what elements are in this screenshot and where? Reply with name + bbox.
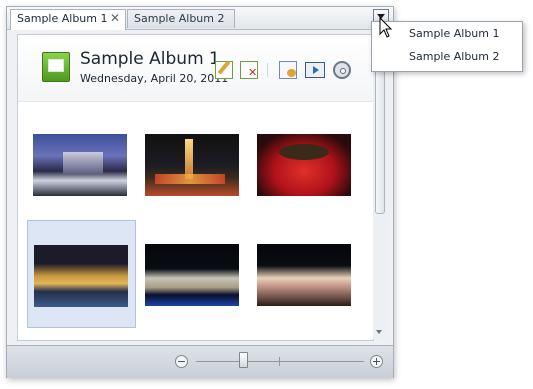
copy-icon[interactable] xyxy=(279,61,297,79)
album-viewer-window: Sample Album 1 ✕ Sample Album 2 Sample A… xyxy=(6,6,394,378)
status-bar xyxy=(7,345,393,378)
tab-label: Sample Album 1 xyxy=(17,12,108,25)
photo-thumbnail[interactable] xyxy=(251,220,360,328)
tab-sample-album-1[interactable]: Sample Album 1 ✕ xyxy=(10,9,126,30)
zoom-slider-track[interactable] xyxy=(196,361,364,362)
tab-sample-album-2[interactable]: Sample Album 2 xyxy=(127,9,235,28)
close-icon[interactable]: ✕ xyxy=(110,10,120,27)
delete-icon[interactable] xyxy=(240,61,258,79)
photo-thumbnail[interactable] xyxy=(139,110,248,218)
photo-image xyxy=(145,134,239,196)
scroll-down-arrow-icon[interactable] xyxy=(376,330,382,334)
album-content-area: Sample Album 1 Wednesday, April 20, 2011 xyxy=(17,34,374,341)
menu-item-sample-album-1[interactable]: Sample Album 1 xyxy=(373,23,521,45)
photo-thumbnail-selected[interactable] xyxy=(27,220,136,328)
edit-icon[interactable] xyxy=(215,61,233,79)
zoom-out-icon[interactable] xyxy=(175,355,188,368)
photo-thumbnail[interactable] xyxy=(139,220,248,328)
zoom-slider-tick xyxy=(279,357,280,366)
zoom-in-icon[interactable] xyxy=(370,355,383,368)
menu-item-sample-album-2[interactable]: Sample Album 2 xyxy=(373,46,521,68)
photo-image xyxy=(257,244,351,306)
photo-thumbnail[interactable] xyxy=(27,110,136,218)
photo-image xyxy=(145,244,239,306)
slideshow-icon[interactable] xyxy=(305,62,325,78)
settings-icon[interactable] xyxy=(333,61,351,79)
zoom-slider-thumb[interactable] xyxy=(239,352,249,368)
album-date: Wednesday, April 20, 2011 xyxy=(80,72,229,85)
photo-image xyxy=(33,134,127,196)
album-header: Sample Album 1 Wednesday, April 20, 2011 xyxy=(18,35,373,102)
album-title: Sample Album 1 xyxy=(80,49,220,69)
album-icon xyxy=(42,52,70,82)
tab-label: Sample Album 2 xyxy=(134,12,225,25)
photo-image xyxy=(257,134,351,196)
vertical-scrollbar[interactable] xyxy=(373,34,386,339)
tab-strip: Sample Album 1 ✕ Sample Album 2 xyxy=(7,7,393,30)
photo-image xyxy=(34,245,128,307)
tab-list-dropdown-menu: Sample Album 1 Sample Album 2 xyxy=(371,21,523,72)
toolbar-separator xyxy=(267,63,268,77)
photo-thumbnail[interactable] xyxy=(251,110,360,218)
